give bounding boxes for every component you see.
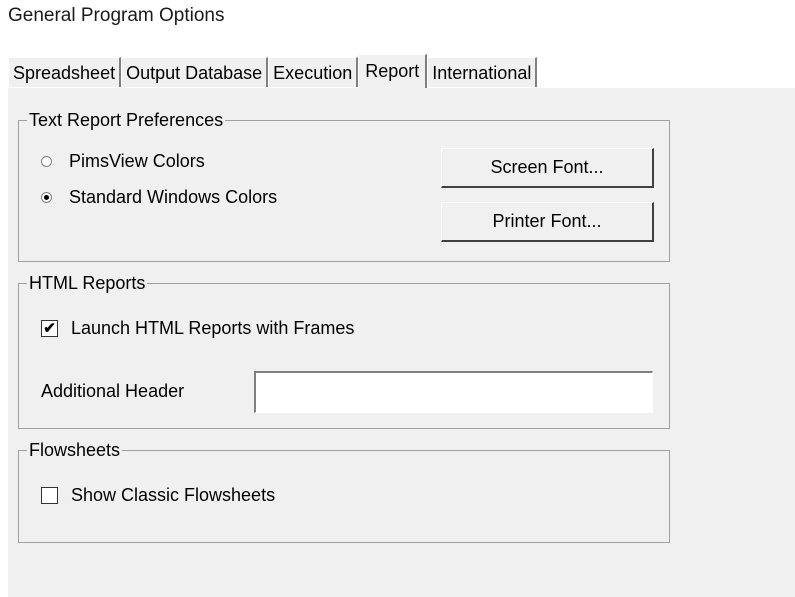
radio-standard-windows-colors[interactable]: Standard Windows Colors — [41, 187, 277, 208]
show-classic-flowsheets-checkbox[interactable]: Show Classic Flowsheets — [41, 485, 275, 506]
checkbox-checked-icon[interactable]: ✔ — [41, 320, 58, 337]
additional-header-label: Additional Header — [41, 381, 185, 401]
tab-strip: Spreadsheet Output Database Execution Re… — [8, 53, 538, 88]
radio-button-icon[interactable] — [41, 156, 52, 167]
text-report-preferences-group: Text Report Preferences PimsView Colors … — [18, 109, 670, 262]
group-label: Flowsheets — [27, 439, 123, 461]
radio-label: PimsView Colors — [69, 151, 205, 171]
checkbox-label: Launch HTML Reports with Frames — [71, 318, 355, 338]
flowsheets-group: Flowsheets Show Classic Flowsheets — [18, 439, 670, 543]
radio-label: Standard Windows Colors — [69, 187, 278, 207]
tab-spreadsheet[interactable]: Spreadsheet — [8, 57, 122, 87]
dialog-title: General Program Options — [8, 5, 225, 26]
radio-button-icon[interactable] — [41, 192, 52, 203]
tab-report[interactable]: Report — [358, 54, 428, 88]
launch-html-frames-checkbox[interactable]: ✔ Launch HTML Reports with Frames — [41, 318, 354, 339]
tab-output-database[interactable]: Output Database — [121, 57, 269, 87]
printer-font-button[interactable]: Printer Font... — [441, 202, 654, 242]
group-label: HTML Reports — [27, 272, 148, 294]
tab-international[interactable]: International — [427, 57, 538, 87]
checkbox-unchecked-icon[interactable] — [41, 487, 58, 504]
group-label: Text Report Preferences — [27, 109, 226, 131]
html-reports-group: HTML Reports ✔ Launch HTML Reports with … — [18, 272, 670, 429]
tab-panel-report: Text Report Preferences PimsView Colors … — [8, 87, 795, 597]
screen-font-button[interactable]: Screen Font... — [441, 148, 654, 188]
checkbox-label: Show Classic Flowsheets — [71, 485, 276, 505]
additional-header-input[interactable] — [254, 371, 653, 413]
radio-pimsview-colors[interactable]: PimsView Colors — [41, 151, 205, 172]
tab-execution[interactable]: Execution — [268, 57, 359, 87]
